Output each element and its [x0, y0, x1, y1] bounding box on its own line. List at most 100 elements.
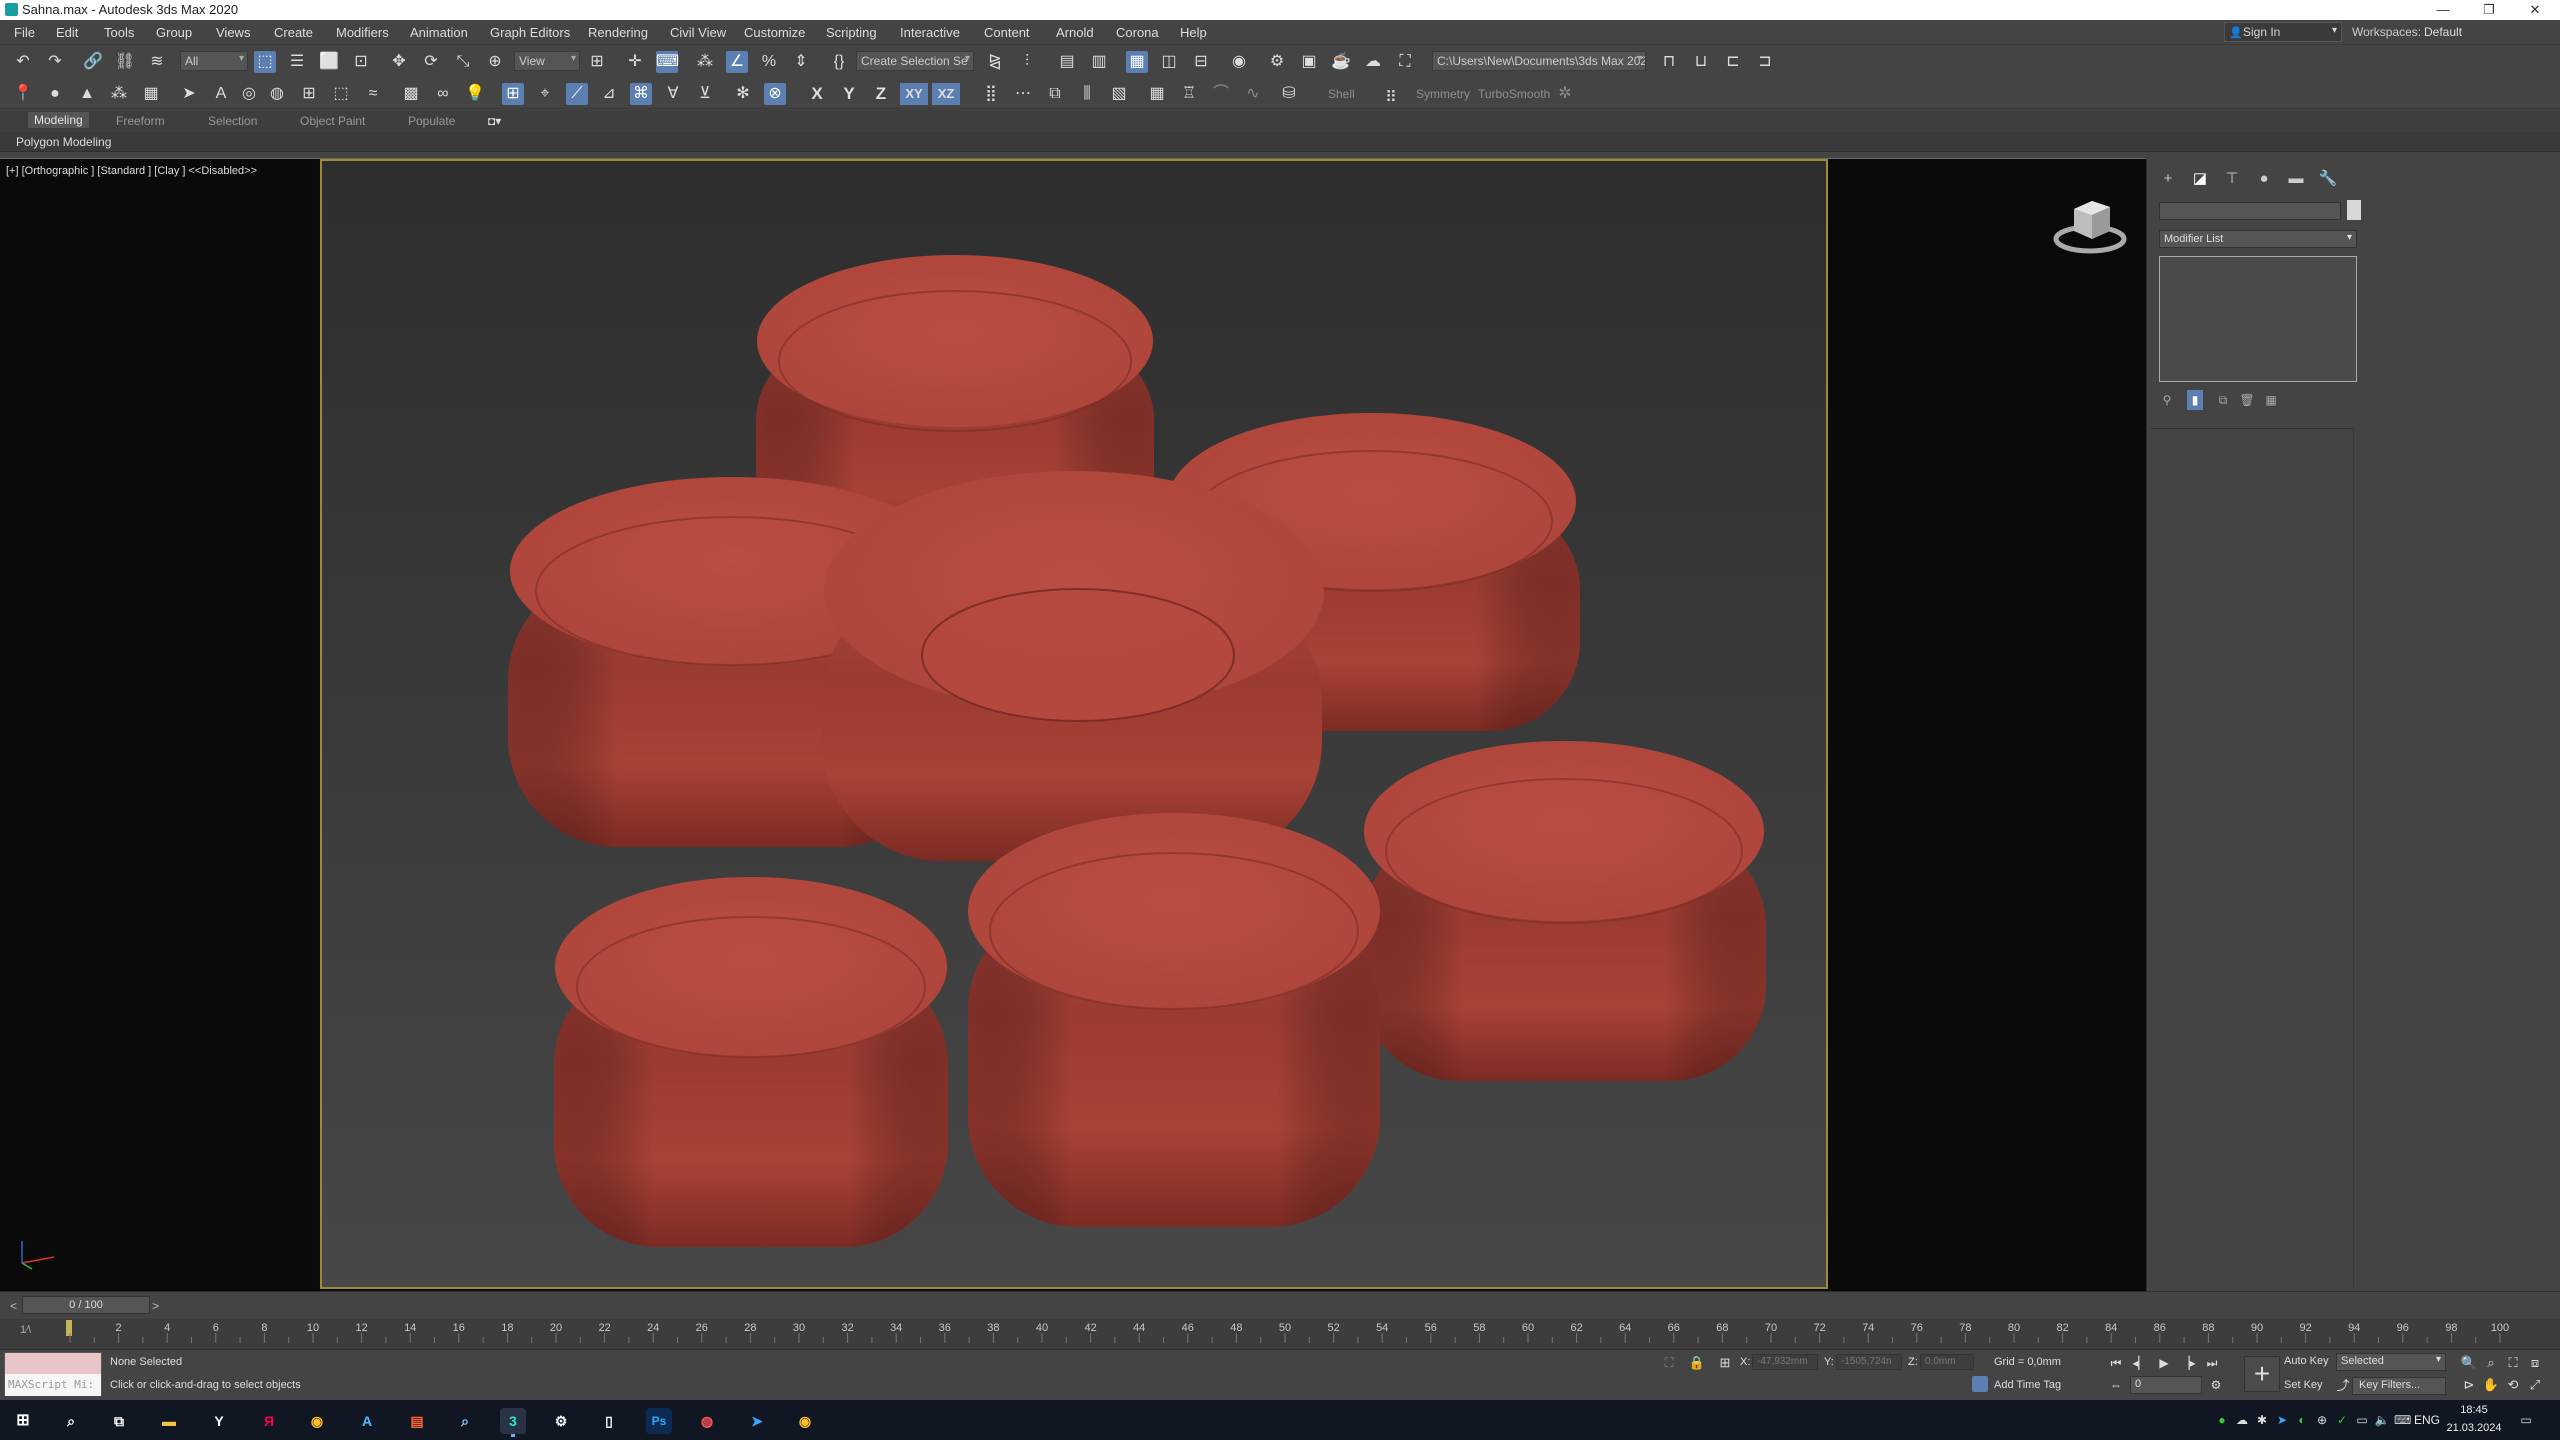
show-end-result-icon[interactable]: ▮ — [2187, 390, 2203, 410]
link-chain-icon[interactable]: ∞ — [432, 83, 454, 105]
tray-vpn-icon[interactable]: ⊕ — [2314, 1412, 2330, 1428]
maxscript-listener[interactable]: MAXScript Mi: — [4, 1352, 102, 1396]
mirror-icon[interactable]: ⧎ — [984, 51, 1006, 73]
modifier-stack[interactable] — [2159, 256, 2357, 382]
face-snap-icon[interactable]: ⊿ — [598, 83, 620, 105]
cursor-icon[interactable]: ➤ — [178, 83, 200, 105]
clock-date[interactable]: 21.03.2024 — [2444, 1422, 2504, 1434]
utilities-tab-icon[interactable]: 🔧 — [2317, 168, 2339, 190]
symmetry-label[interactable]: Symmetry — [1416, 87, 1470, 101]
3dsmax-icon[interactable]: 3 — [500, 1408, 526, 1434]
restore-icon[interactable]: ❐ — [2466, 0, 2512, 20]
file-explorer-icon[interactable]: ▬ — [156, 1408, 182, 1434]
go-to-end-icon[interactable]: ⏭ — [2202, 1354, 2222, 1372]
curve-editor-icon[interactable]: ◫ — [1158, 51, 1180, 73]
lathe-icon[interactable]: ♖ — [1178, 83, 1200, 105]
rendered-frame-window-icon[interactable]: ▣ — [1298, 51, 1320, 73]
magnifier-app-icon[interactable]: ⌕ — [452, 1408, 478, 1434]
play-icon[interactable]: ▶ — [2154, 1354, 2174, 1372]
frame-icon[interactable]: ⊞ — [298, 83, 320, 105]
edit-named-selection-icon[interactable]: {} — [828, 51, 850, 73]
start-icon[interactable]: ⊞ — [10, 1408, 36, 1434]
twist-icon[interactable]: ∿ — [1242, 83, 1264, 105]
zoom-all-icon[interactable]: ⌕ — [2482, 1354, 2500, 1372]
clone-align-icon[interactable]: ⫼ — [1076, 83, 1098, 105]
tab-object-paint[interactable]: Object Paint — [300, 114, 365, 128]
time-slider-next-icon[interactable]: > — [152, 1299, 159, 1313]
sign-in-dropdown[interactable]: 👤 Sign In ▾ — [2224, 22, 2342, 42]
render-checker-icon[interactable]: ▧ — [1108, 83, 1130, 105]
select-manipulate-icon[interactable]: ✛ — [624, 51, 646, 73]
open-project-icon[interactable]: ⊏ — [1722, 51, 1744, 73]
axis-xy-button[interactable]: XY — [900, 83, 928, 105]
ref-coord-select[interactable]: View ▾ — [514, 51, 580, 71]
menu-customize[interactable]: Customize — [744, 25, 805, 40]
time-slider[interactable]: < 0 / 100 > — [0, 1291, 2560, 1319]
turbosmooth-icon[interactable]: ✲ — [1554, 83, 1576, 105]
snap-options-icon[interactable]: ⌘ — [630, 83, 652, 105]
add-time-tag[interactable]: Add Time Tag — [1994, 1379, 2061, 1391]
axis-z-button[interactable]: Z — [868, 83, 894, 105]
recorder-icon[interactable]: ◍ — [694, 1408, 720, 1434]
autocad-icon[interactable]: A — [354, 1408, 380, 1434]
current-frame-field[interactable]: 0 — [2130, 1376, 2202, 1394]
array-icon[interactable]: ⣿ — [980, 83, 1002, 105]
y-coordinate-field[interactable]: -1505,724n — [1836, 1354, 1902, 1370]
maxscript-output[interactable] — [5, 1353, 101, 1374]
viewport[interactable]: [+] [Orthographic ] [Standard ] [Clay ] … — [0, 158, 2146, 1291]
pivot-center-icon[interactable]: ⊞ — [586, 51, 608, 73]
object-name-field[interactable] — [2159, 202, 2341, 220]
pin-stack-icon[interactable]: ⚲ — [2159, 390, 2175, 410]
particles-icon[interactable]: ⁂ — [108, 83, 130, 105]
task-view-icon[interactable]: ⧉ — [106, 1408, 132, 1434]
pouf-sofa-model[interactable] — [322, 161, 1826, 1287]
set-project-icon[interactable]: ⊔ — [1690, 51, 1712, 73]
isolate-selection-icon[interactable]: ⛶ — [1660, 1354, 1678, 1372]
menu-graph-editors[interactable]: Graph Editors — [490, 25, 570, 40]
display-tab-icon[interactable]: ▬ — [2285, 168, 2307, 190]
tab-selection[interactable]: Selection — [208, 114, 257, 128]
angle-snap-icon[interactable]: ∠ — [726, 51, 748, 73]
menu-create[interactable]: Create — [274, 25, 313, 40]
viewcube-icon[interactable] — [2048, 187, 2128, 257]
link-icon[interactable]: 🔗 — [82, 51, 104, 73]
time-slider-prev-icon[interactable]: < — [10, 1299, 17, 1313]
key-mode-toggle-icon[interactable]: ⇔ — [2106, 1376, 2126, 1394]
new-project-icon[interactable]: ⊐ — [1754, 51, 1776, 73]
snaps-toggle-icon[interactable]: ⁂ — [694, 51, 716, 73]
key-mode-select[interactable]: Selected ▾ — [2336, 1353, 2446, 1371]
lock-selection-icon[interactable]: 🔒 — [1688, 1354, 1706, 1372]
set-key-button[interactable]: Set Key — [2284, 1379, 2323, 1391]
input-language[interactable]: ENG — [2414, 1413, 2440, 1427]
chrome-second-icon[interactable]: ◉ — [792, 1408, 818, 1434]
current-frame-indicator[interactable] — [66, 1320, 72, 1336]
menu-civil-view[interactable]: Civil View — [670, 25, 726, 40]
ribbon-options-icon[interactable]: ◘▾ — [488, 114, 501, 128]
shell-icon[interactable]: ⛁ — [1278, 83, 1300, 105]
checkerboard-icon[interactable]: ▦ — [1146, 83, 1168, 105]
project-folder-icon[interactable]: ⊓ — [1658, 51, 1680, 73]
yandex-icon[interactable]: Я — [256, 1408, 282, 1434]
remove-modifier-icon[interactable]: 🗑 — [2239, 390, 2255, 410]
search-icon[interactable]: ⌕ — [58, 1408, 84, 1434]
turbosmooth-label[interactable]: TurboSmooth — [1478, 87, 1550, 101]
menu-group[interactable]: Group — [156, 25, 192, 40]
render-setup-icon[interactable]: ⚙ — [1266, 51, 1288, 73]
pin-icon[interactable]: 📍 — [12, 83, 34, 105]
go-to-start-icon[interactable]: ⏮ — [2106, 1354, 2126, 1372]
scene-explorer-icon[interactable]: ▤ — [1056, 51, 1078, 73]
layer-explorer-icon[interactable]: ▥ — [1088, 51, 1110, 73]
bulb-icon[interactable]: 💡 — [464, 83, 486, 105]
maximize-viewport-icon[interactable]: ⤢ — [2526, 1376, 2544, 1394]
next-frame-icon[interactable]: ▕▸ — [2178, 1354, 2198, 1372]
field-of-view-icon[interactable]: ⊳ — [2460, 1376, 2478, 1394]
vertex-snap-icon[interactable]: ⌖ — [534, 83, 556, 105]
menu-modifiers[interactable]: Modifiers — [336, 25, 389, 40]
select-object-icon[interactable]: ⬚ — [254, 51, 276, 73]
sphere-icon[interactable]: ● — [44, 83, 66, 105]
menu-content[interactable]: Content — [984, 25, 1030, 40]
menu-help[interactable]: Help — [1180, 25, 1207, 40]
keyboard-shortcut-override-icon[interactable]: ⌨ — [656, 51, 679, 73]
joint-icon[interactable]: ✻ — [732, 83, 754, 105]
axis-xz-button[interactable]: XZ — [932, 83, 960, 105]
